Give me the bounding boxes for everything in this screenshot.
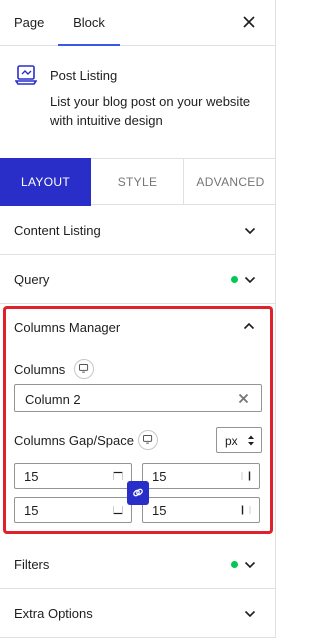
gap-bottom-input[interactable]: 15 — [14, 497, 132, 523]
panel-columns-manager-label[interactable]: Columns Manager — [14, 320, 120, 335]
updown-icon — [248, 435, 254, 446]
chevron-down-icon — [244, 610, 256, 618]
gap-left-value: 15 — [152, 503, 167, 518]
settings-tabs: LAYOUT STYLE ADVANCED — [0, 158, 276, 206]
tab-style[interactable]: STYLE — [92, 159, 184, 205]
side-top-icon — [113, 471, 123, 480]
tab-layout[interactable]: LAYOUT — [0, 158, 91, 206]
post-listing-icon — [15, 65, 37, 85]
panel-query[interactable]: Query — [0, 255, 276, 304]
active-status-dot — [231, 561, 238, 568]
link-sides-button[interactable] — [127, 481, 149, 505]
block-card: Post Listing List your blog post on your… — [0, 46, 276, 158]
active-status-dot — [231, 276, 238, 283]
panel-filters[interactable]: Filters — [0, 540, 276, 589]
chevron-down-icon — [244, 561, 256, 569]
chevron-down-icon — [244, 227, 256, 235]
panel-filters-label: Filters — [14, 557, 50, 572]
tab-page[interactable]: Page — [14, 0, 44, 46]
unit-select-value: px — [225, 434, 238, 448]
clear-icon[interactable] — [238, 393, 249, 404]
block-title: Post Listing — [50, 68, 118, 83]
panel-extra-options[interactable]: Extra Options — [0, 589, 276, 638]
unit-select[interactable]: px — [216, 427, 262, 453]
close-icon[interactable] — [240, 13, 258, 31]
block-settings-panel: Page Block Post Listing List your blog p… — [0, 0, 276, 638]
gap-right-value: 15 — [152, 469, 167, 484]
link-icon — [133, 488, 143, 497]
panel-extra-options-label: Extra Options — [14, 606, 93, 621]
chevron-down-icon — [244, 276, 256, 284]
sidebar-tabs: Page Block — [0, 0, 276, 46]
gap-bottom-value: 15 — [24, 503, 39, 518]
block-description: List your blog post on your website with… — [50, 94, 251, 128]
side-right-icon — [241, 471, 251, 481]
tab-block[interactable]: Block — [58, 0, 120, 46]
columns-select[interactable]: Column 2 — [14, 384, 262, 412]
desktop-icon[interactable] — [74, 359, 94, 379]
chevron-up-icon[interactable] — [243, 320, 255, 332]
columns-select-value: Column 2 — [25, 392, 81, 407]
panel-content-listing[interactable]: Content Listing — [0, 206, 276, 255]
tab-advanced[interactable]: ADVANCED — [185, 159, 276, 205]
columns-gap-label: Columns Gap/Space — [14, 433, 134, 448]
gap-right-input[interactable]: 15 — [142, 463, 260, 489]
side-bottom-icon — [113, 506, 123, 515]
gap-top-input[interactable]: 15 — [14, 463, 132, 489]
gap-top-value: 15 — [24, 469, 39, 484]
side-left-icon — [241, 505, 251, 515]
panel-content-listing-label: Content Listing — [14, 223, 101, 238]
desktop-icon[interactable] — [138, 430, 158, 450]
columns-label: Columns — [14, 362, 66, 377]
panel-query-label: Query — [14, 272, 50, 287]
gap-left-input[interactable]: 15 — [142, 497, 260, 523]
